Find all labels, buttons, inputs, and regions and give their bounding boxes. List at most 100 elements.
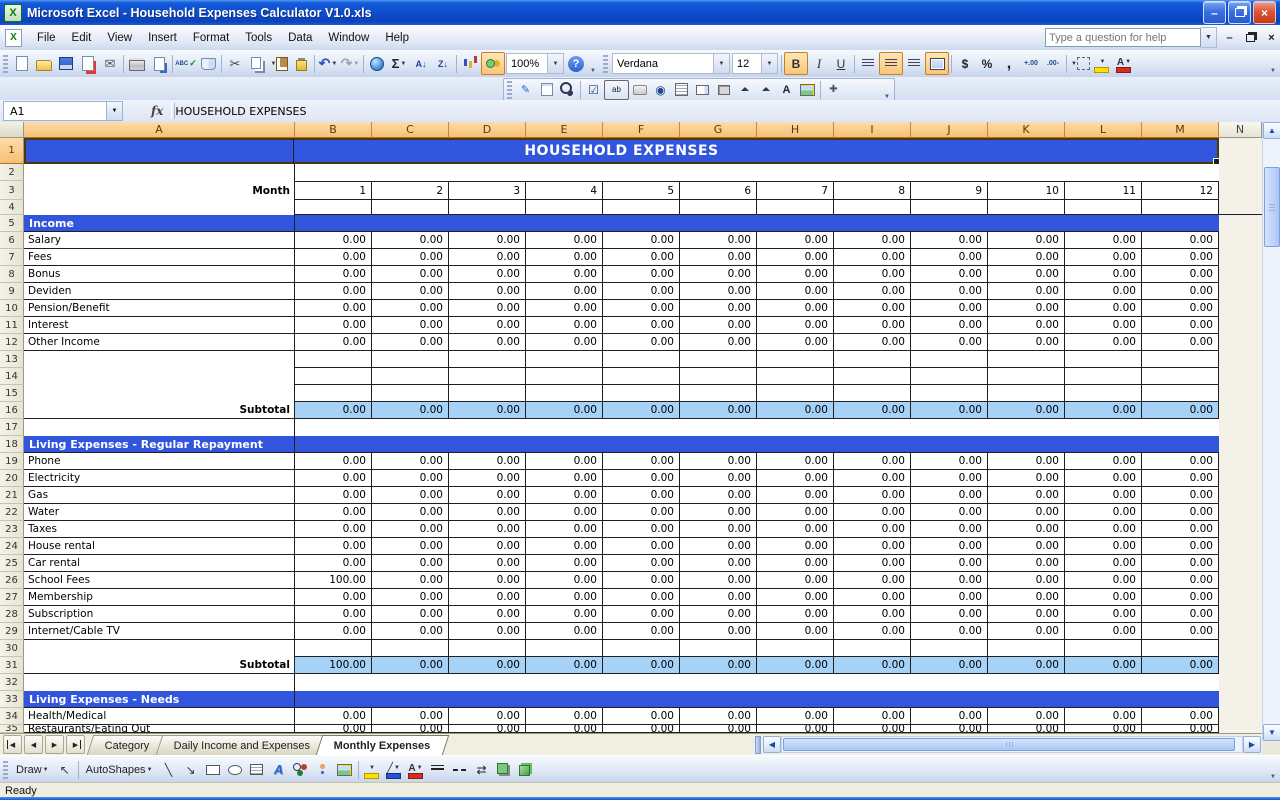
cell[interactable] bbox=[24, 674, 295, 691]
spin-button-icon[interactable] bbox=[734, 81, 755, 99]
row-label-cell[interactable]: Interest bbox=[24, 317, 295, 334]
cell[interactable]: 0.00 bbox=[449, 555, 526, 572]
cell[interactable] bbox=[757, 368, 834, 385]
vertical-scrollbar[interactable]: ▲ ▼ bbox=[1262, 122, 1280, 741]
column-header-L[interactable]: L bbox=[1065, 122, 1142, 138]
cell[interactable]: 0.00 bbox=[911, 572, 988, 589]
cell[interactable] bbox=[24, 419, 295, 436]
cell[interactable]: 100.00 bbox=[295, 572, 372, 589]
bold-icon[interactable]: B bbox=[784, 52, 808, 75]
cell[interactable] bbox=[24, 368, 295, 385]
cell[interactable]: 0.00 bbox=[526, 283, 603, 300]
percent-icon[interactable]: % bbox=[976, 53, 998, 74]
cell[interactable]: 0.00 bbox=[1065, 249, 1142, 266]
autosum-dropdown-icon[interactable]: ▼ bbox=[400, 61, 406, 67]
menu-view[interactable]: View bbox=[99, 28, 140, 48]
cell[interactable]: 0.00 bbox=[834, 606, 911, 623]
row-header[interactable]: 31 bbox=[0, 657, 24, 674]
cell[interactable]: 0.00 bbox=[449, 470, 526, 487]
cell[interactable]: 0.00 bbox=[449, 708, 526, 725]
cell[interactable]: 0.00 bbox=[295, 708, 372, 725]
cell[interactable]: 5 bbox=[603, 181, 680, 200]
cell[interactable]: 0.00 bbox=[295, 504, 372, 521]
subtotal-label-cell[interactable]: Subtotal bbox=[24, 402, 295, 419]
row-header[interactable]: 25 bbox=[0, 555, 24, 572]
cell[interactable]: 0.00 bbox=[449, 623, 526, 640]
cell[interactable]: 0.00 bbox=[757, 487, 834, 504]
month-label-cell[interactable]: Month bbox=[24, 181, 295, 200]
insert-picture-icon[interactable] bbox=[334, 759, 356, 780]
workbook-close-button[interactable]: × bbox=[1263, 30, 1280, 46]
row-header[interactable]: 14 bbox=[0, 368, 24, 385]
borders-icon[interactable]: ▼ bbox=[1069, 53, 1091, 74]
cell[interactable] bbox=[1065, 385, 1142, 402]
subtotal-label-cell[interactable]: Subtotal bbox=[24, 657, 295, 674]
column-header-E[interactable]: E bbox=[526, 122, 603, 138]
cell[interactable]: 0.00 bbox=[757, 334, 834, 351]
cell[interactable] bbox=[24, 164, 295, 181]
cell[interactable]: 0.00 bbox=[372, 521, 449, 538]
cell[interactable]: 0.00 bbox=[295, 538, 372, 555]
cell[interactable]: 0.00 bbox=[603, 402, 680, 419]
cell[interactable]: 0.00 bbox=[834, 249, 911, 266]
cell[interactable]: 0.00 bbox=[449, 521, 526, 538]
cell[interactable] bbox=[834, 368, 911, 385]
cell[interactable] bbox=[988, 351, 1065, 368]
font-color-icon[interactable]: A▼ bbox=[1113, 52, 1135, 76]
first-sheet-icon[interactable]: ◀ bbox=[3, 735, 22, 754]
cell[interactable]: 0.00 bbox=[526, 249, 603, 266]
cell[interactable]: 0.00 bbox=[834, 232, 911, 249]
cell[interactable]: 0.00 bbox=[834, 589, 911, 606]
cell[interactable] bbox=[295, 419, 1219, 436]
section-header-cell[interactable]: Income bbox=[24, 215, 1219, 232]
cell[interactable]: 0.00 bbox=[526, 521, 603, 538]
cell[interactable] bbox=[988, 385, 1065, 402]
cell[interactable] bbox=[372, 368, 449, 385]
cell[interactable]: 0.00 bbox=[834, 708, 911, 725]
cell[interactable]: 0.00 bbox=[680, 249, 757, 266]
cell[interactable]: 0.00 bbox=[295, 453, 372, 470]
row-header[interactable]: 9 bbox=[0, 283, 24, 300]
cell[interactable]: 0.00 bbox=[1065, 725, 1142, 733]
design-mode-icon[interactable]: ✎ bbox=[515, 81, 536, 99]
cell[interactable]: 0.00 bbox=[1065, 504, 1142, 521]
cell[interactable]: 0.00 bbox=[449, 657, 526, 674]
line-style-icon[interactable] bbox=[427, 759, 449, 780]
print-preview-icon[interactable] bbox=[148, 53, 170, 74]
cell[interactable] bbox=[295, 164, 1219, 181]
cell[interactable]: 0.00 bbox=[757, 538, 834, 555]
cell[interactable]: 0.00 bbox=[526, 725, 603, 733]
row-label-cell[interactable]: Internet/Cable TV bbox=[24, 623, 295, 640]
workbook-minimize-button[interactable]: – bbox=[1221, 30, 1238, 46]
cell[interactable]: 0.00 bbox=[911, 623, 988, 640]
row-header[interactable]: 18 bbox=[0, 436, 24, 453]
last-sheet-icon[interactable]: ▶ bbox=[66, 735, 85, 754]
cell[interactable] bbox=[1142, 351, 1219, 368]
menu-window[interactable]: Window bbox=[320, 28, 377, 48]
cell[interactable]: 0.00 bbox=[911, 249, 988, 266]
cell[interactable]: 0.00 bbox=[911, 538, 988, 555]
fill-color2-dropdown-icon[interactable]: ▼ bbox=[369, 765, 375, 771]
cell[interactable]: 0.00 bbox=[295, 266, 372, 283]
combo-box-icon[interactable] bbox=[692, 81, 713, 99]
cell[interactable]: 0.00 bbox=[757, 232, 834, 249]
line-icon[interactable]: ╲ bbox=[158, 759, 180, 780]
row-header[interactable]: 27 bbox=[0, 589, 24, 606]
cell[interactable]: 0.00 bbox=[680, 334, 757, 351]
cell[interactable]: 0.00 bbox=[911, 657, 988, 674]
cell[interactable]: 0.00 bbox=[757, 521, 834, 538]
cell[interactable]: 0.00 bbox=[834, 453, 911, 470]
cell[interactable] bbox=[603, 385, 680, 402]
cell[interactable]: 0.00 bbox=[295, 283, 372, 300]
cell[interactable]: 0.00 bbox=[603, 521, 680, 538]
cell[interactable]: 0.00 bbox=[1142, 572, 1219, 589]
row-header[interactable]: 7 bbox=[0, 249, 24, 266]
cell[interactable]: 9 bbox=[911, 181, 988, 200]
cell[interactable]: 0.00 bbox=[680, 572, 757, 589]
cell[interactable]: 0.00 bbox=[911, 317, 988, 334]
cell[interactable] bbox=[988, 640, 1065, 657]
drawing-toolbar-options-button[interactable]: ▼ bbox=[1267, 759, 1279, 780]
row-header[interactable]: 29 bbox=[0, 623, 24, 640]
row-label-cell[interactable]: Electricity bbox=[24, 470, 295, 487]
column-header-N[interactable]: N bbox=[1219, 122, 1262, 138]
